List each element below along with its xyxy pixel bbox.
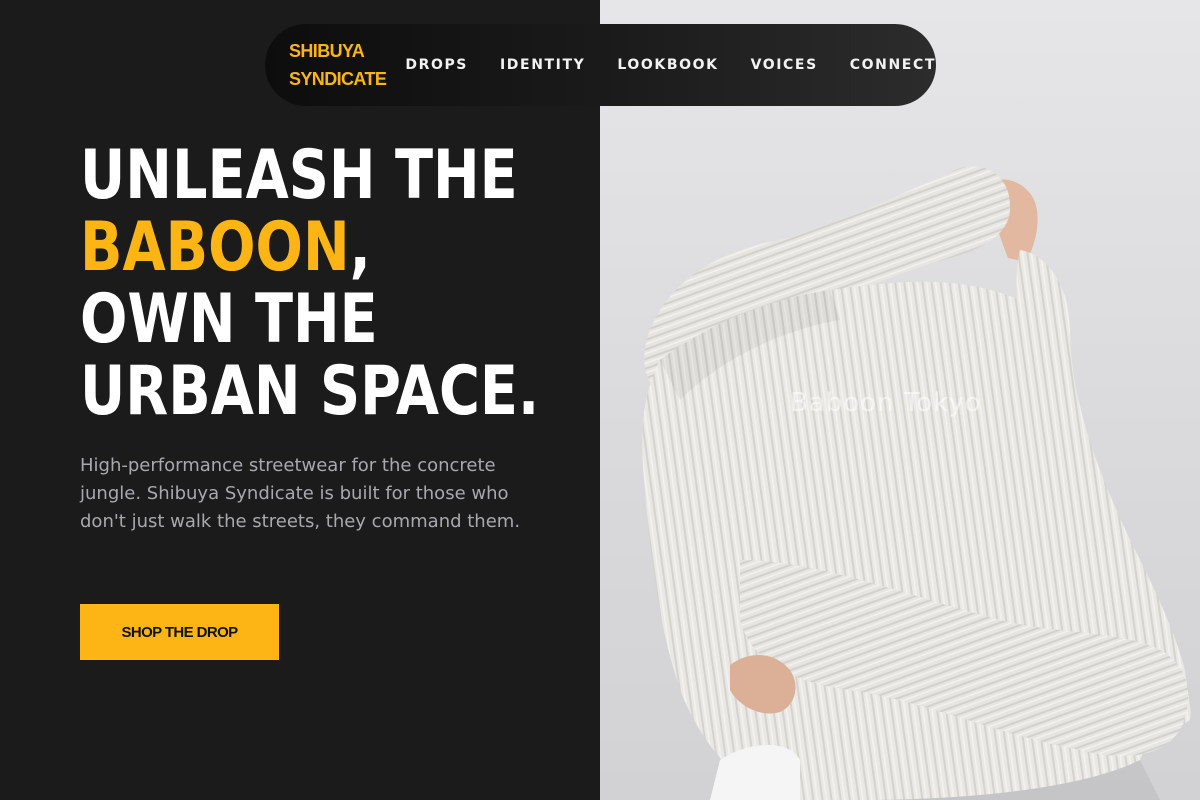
hero-left-panel: UNLEASH THE BABOON, OWN THE URBAN SPACE.…: [0, 0, 600, 800]
nav-link-voices[interactable]: VOICES: [751, 57, 818, 73]
nav-links: DROPS IDENTITY LOOKBOOK VOICES CONNECT: [405, 57, 936, 73]
hero-headline: UNLEASH THE BABOON, OWN THE URBAN SPACE.: [80, 136, 540, 431]
headline-line-1: UNLEASH THE: [80, 136, 518, 215]
shop-the-drop-button[interactable]: SHOP THE DROP: [80, 604, 279, 660]
nav-link-identity[interactable]: IDENTITY: [500, 57, 585, 73]
hero-description: High-performance streetwear for the conc…: [80, 455, 521, 532]
headline-line-4: URBAN SPACE.: [80, 352, 540, 431]
image-watermark: Baboon Tokyo: [790, 388, 982, 418]
headline-accent-word: BABOON: [80, 208, 350, 287]
headline-accent-suffix: ,: [349, 208, 371, 287]
nav-link-lookbook[interactable]: LOOKBOOK: [617, 57, 718, 73]
brand-logo[interactable]: SHIBUYA SYNDICATE: [289, 37, 405, 93]
brand-logo-line-1: SHIBUYA: [289, 41, 365, 61]
hero-image: Baboon Tokyo: [600, 0, 1200, 800]
headline-line-3: OWN THE: [80, 280, 378, 359]
nav-link-connect[interactable]: CONNECT: [850, 57, 936, 73]
brand-logo-line-2: SYNDICATE: [289, 69, 387, 89]
headline-line-2: BABOON,: [80, 212, 490, 284]
nav-link-drops[interactable]: DROPS: [405, 57, 468, 73]
top-navigation: SHIBUYA SYNDICATE DROPS IDENTITY LOOKBOO…: [265, 24, 936, 106]
